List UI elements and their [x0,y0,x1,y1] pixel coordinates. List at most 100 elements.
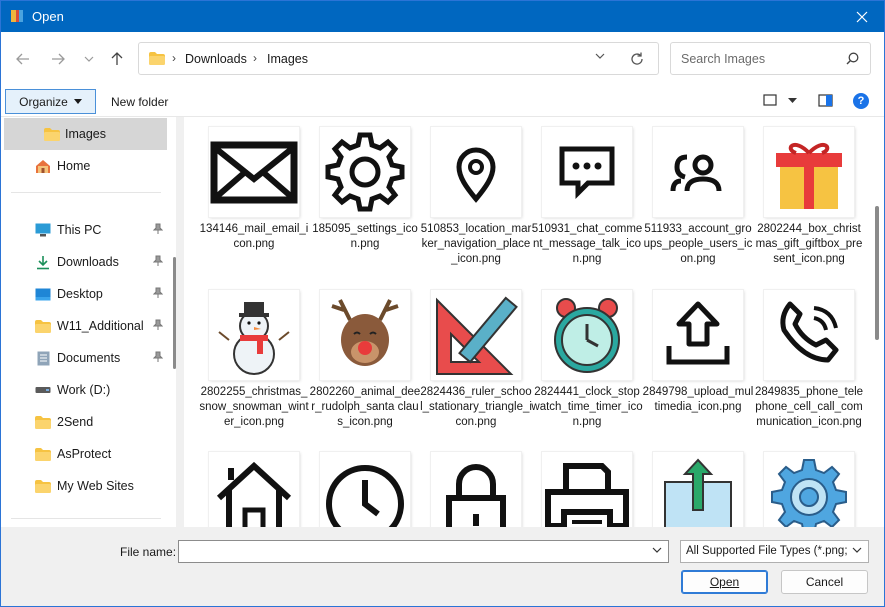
search-box[interactable]: Search Images [670,42,871,75]
file-name: 2802255_christmas_snow_snowman_winter_ic… [199,386,309,428]
file-name: 2849798_upload_multimedia_icon.png [642,386,754,413]
organize-button[interactable]: Organize [5,89,96,114]
window-title: Open [32,9,64,24]
preview-pane-icon[interactable] [818,94,833,107]
phone-icon [764,290,854,380]
open-file-dialog: Open › Downloads › Images Search Images … [0,0,885,607]
gear-icon [320,127,410,217]
refresh-icon[interactable] [630,52,644,66]
recent-locations-button[interactable] [76,48,102,70]
breadcrumb-downloads[interactable]: Downloads [185,52,247,66]
search-placeholder: Search Images [681,52,766,66]
sidebar-item-my-web-sites[interactable]: My Web Sites [4,470,167,502]
sidebar-item-desktop[interactable]: Desktop [4,278,167,310]
address-bar[interactable]: › Downloads › Images [138,42,659,75]
file-name: 185095_settings_icon.png [312,223,418,250]
pin-icon[interactable] [153,319,163,331]
file-name: 2802260_animal_deer_rudolph_santa claus_… [309,386,421,428]
sidebar-item-downloads[interactable]: Downloads [4,246,167,278]
organize-label: Organize [19,94,68,109]
folder-icon [35,318,51,334]
sidebar-item-home[interactable]: Home [4,150,167,182]
mail-icon [209,127,299,217]
file-selection-panel: File name: All Supported File Types (*.p… [1,527,884,606]
sidebar-item-label: Desktop [57,287,103,301]
file-list-scrollbar[interactable] [875,206,879,340]
up-button[interactable] [104,48,130,70]
sidebar-item-work-d[interactable]: Work (D:) [4,374,167,406]
sidebar-item-images[interactable]: Images [4,118,167,150]
chevron-down-icon[interactable] [652,547,662,553]
sidebar-item-asprotect[interactable]: AsProtect [4,438,167,470]
chevron-down-icon[interactable] [595,53,605,59]
gift-box-icon [764,127,854,217]
clock-icon [320,452,410,527]
search-icon [846,52,859,65]
file-name: 2824441_clock_stopwatch_time_timer_icon.… [531,386,643,428]
pin-icon[interactable] [153,351,163,363]
printer-icon [542,452,632,527]
sidebar-item-w11-additional[interactable]: W11_Additional [4,310,167,342]
file-type-select[interactable]: All Supported File Types (*.png; [680,540,869,563]
upload-box-icon [653,452,743,527]
sidebar-item-label: AsProtect [57,447,112,461]
new-folder-button[interactable]: New folder [111,95,168,109]
file-name: 511933_account_groups_people_users_icon.… [643,223,753,265]
navigation-pane: Images Home This PC Downloads Desktop W1… [1,117,176,527]
forward-button[interactable] [45,48,71,70]
file-name: 510931_chat_comment_message_talk_icon.pn… [531,223,643,265]
chat-bubble-icon [542,127,632,217]
folder-icon [35,446,51,462]
back-button[interactable] [10,48,36,70]
sidebar-item-this-pc[interactable]: This PC [4,214,167,246]
arrow-left-icon [16,53,29,65]
chevron-down-icon [852,547,862,553]
file-list: 134146_mail_email_icon.png 185095_settin… [184,117,884,527]
file-name: 2824436_ruler_school_stationary_triangle… [420,386,532,428]
cancel-button-label: Cancel [805,575,844,589]
document-icon [35,350,51,366]
divider [11,192,161,193]
sidebar-scrollbar[interactable] [173,257,176,369]
pin-icon[interactable] [153,255,163,267]
caret-down-icon[interactable] [788,94,797,106]
close-button[interactable] [840,1,884,32]
sidebar-item-label: 2Send [57,415,94,429]
folder-icon [149,52,165,65]
app-icon [11,10,23,22]
title-bar: Open [1,1,884,32]
sidebar-item-label: Images [65,127,106,141]
house-icon [209,452,299,527]
blue-gear-icon [764,452,854,527]
sidebar-item-label: Downloads [57,255,119,269]
chevron-down-icon [84,56,94,62]
help-button[interactable]: ? [853,93,869,109]
drive-icon [35,382,51,398]
divider [11,518,161,519]
sidebar-item-label: This PC [57,223,102,237]
folder-icon [44,126,60,142]
cancel-button[interactable]: Cancel [781,570,868,594]
sidebar-item-label: Documents [57,351,121,365]
monitor-icon [35,222,51,238]
file-name-label: File name: [120,545,177,559]
file-name: 510853_location_marker_navigation_place_… [420,223,532,265]
pin-icon[interactable] [153,223,163,235]
snowman-icon [209,290,299,380]
pin-icon[interactable] [153,287,163,299]
sidebar-item-documents[interactable]: Documents [4,342,167,374]
sidebar-item-label: My Web Sites [57,479,134,493]
file-name-combobox[interactable] [178,540,669,563]
padlock-icon [431,452,521,527]
caret-down-icon [73,99,82,104]
open-button[interactable]: Open [681,570,768,594]
folder-icon [35,478,51,494]
view-options-icon[interactable] [763,94,777,106]
desktop-icon [35,286,51,302]
sidebar-item-label: Work (D:) [57,383,111,397]
folder-icon [35,414,51,430]
sidebar-item-label: Home [57,159,91,173]
sidebar-item-2send[interactable]: 2Send [4,406,167,438]
breadcrumb-images[interactable]: Images [267,52,308,66]
location-pin-icon [431,127,521,217]
